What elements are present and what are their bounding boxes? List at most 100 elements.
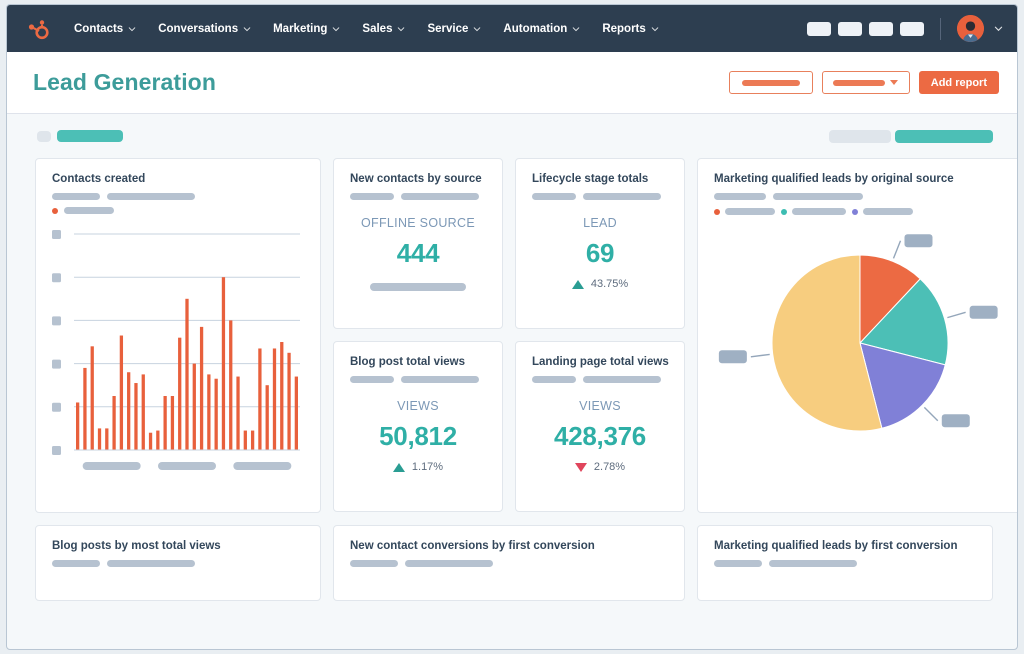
trend-up-icon: [571, 279, 584, 289]
card-subtitle-redacted: [532, 376, 668, 383]
nav-item-sales[interactable]: Sales: [351, 17, 416, 41]
nav-action-icon-2[interactable]: [838, 21, 862, 36]
chevron-down-icon: [474, 26, 481, 31]
nav-item-conversations[interactable]: Conversations: [147, 17, 262, 41]
card-title: Landing page total views: [532, 356, 669, 368]
redacted-bar: [714, 560, 762, 567]
redacted-bar: [107, 560, 195, 567]
chevron-down-icon: [333, 26, 340, 31]
pie-chart-legend: [714, 208, 1014, 215]
nav-item-automation[interactable]: Automation: [492, 17, 591, 41]
bar: [163, 396, 167, 450]
pie-chart[interactable]: [714, 215, 1014, 498]
redacted-bar: [401, 193, 479, 200]
redacted-bar: [769, 560, 857, 567]
nav-item-marketing[interactable]: Marketing: [262, 17, 351, 41]
card-contacts-created[interactable]: Contacts created: [35, 158, 321, 513]
bar: [250, 430, 255, 450]
card-mql-by-first-conversion[interactable]: Marketing qualified leads by first conve…: [697, 525, 993, 601]
card-blog-post-total-views[interactable]: Blog post total views VIEWS 50,812 1.17%: [333, 341, 503, 512]
redacted-filter-chip[interactable]: [37, 130, 51, 142]
kpi-delta: 2.78%: [532, 461, 668, 473]
legend-dot-icon: [852, 208, 858, 215]
y-axis-tick-redacted: [52, 359, 61, 369]
bar: [236, 376, 240, 450]
redacted-bar: [401, 376, 479, 383]
nav-divider: [940, 17, 941, 40]
nav-action-icon-1[interactable]: [807, 21, 831, 36]
redacted-bar: [350, 193, 394, 200]
bar: [141, 374, 145, 450]
card-new-contact-conversions[interactable]: New contact conversions by first convers…: [333, 525, 685, 601]
card-blog-posts-by-most-total-views[interactable]: Blog posts by most total views: [35, 525, 321, 601]
nav-item-label: Automation: [503, 22, 568, 35]
kpi-value: 428,376: [554, 421, 646, 451]
redacted-legend-label: [64, 207, 114, 214]
bar: [112, 396, 116, 450]
chevron-down-icon: [398, 26, 405, 31]
bar: [265, 385, 269, 450]
bar: [76, 402, 80, 450]
nav-item-contacts[interactable]: Contacts: [63, 17, 147, 41]
dashboard-row-2: Blog posts by most total views New conta…: [35, 525, 993, 601]
card-subtitle-redacted: [350, 376, 486, 383]
card-mql-by-original-source[interactable]: Marketing qualified leads by original so…: [697, 158, 1017, 513]
add-report-button[interactable]: Add report: [918, 71, 999, 94]
redacted-kpi-footer: [370, 283, 466, 291]
filter-button[interactable]: [728, 71, 813, 94]
bar: [272, 348, 277, 450]
y-axis-tick-redacted: [52, 402, 61, 412]
trend-down-icon: [574, 462, 587, 472]
nav-action-icon-3[interactable]: [869, 21, 893, 36]
card-new-contacts-by-source[interactable]: New contacts by source OFFLINE SOURCE 44…: [333, 158, 503, 329]
redacted-action-right[interactable]: [895, 129, 993, 143]
user-avatar[interactable]: [957, 15, 984, 42]
x-axis-label-redacted: [233, 462, 292, 470]
redacted-bar: [350, 560, 398, 567]
kpi-row-2: Blog post total views VIEWS 50,812 1.17%: [333, 341, 685, 512]
app-window: Contacts Conversations Marketing Sales S…: [6, 4, 1018, 650]
nav-action-icon-4[interactable]: [900, 21, 924, 36]
kpi-delta-value: 1.17%: [411, 461, 444, 473]
bar: [83, 367, 87, 450]
actions-dropdown-button[interactable]: [821, 71, 910, 94]
kpi-delta: 1.17%: [350, 461, 486, 473]
card-lifecycle-stage-totals[interactable]: Lifecycle stage totals LEAD 69 43.75%: [515, 158, 685, 329]
kpi-metric-label: VIEWS: [579, 399, 621, 413]
kpi-metric-label: LEAD: [583, 216, 617, 230]
add-report-label: Add report: [930, 76, 987, 89]
bar-chart[interactable]: [52, 230, 304, 498]
card-landing-page-total-views[interactable]: Landing page total views VIEWS 428,376 2…: [515, 341, 685, 512]
redacted-legend-label: [792, 208, 846, 215]
redacted-filter-active[interactable]: [57, 130, 123, 142]
nav-item-reports[interactable]: Reports: [591, 17, 669, 41]
pie-slice-label-redacted: [941, 414, 970, 428]
nav-item-label: Reports: [602, 22, 646, 35]
pie-leader-line: [750, 353, 770, 358]
bar: [148, 432, 153, 450]
legend-dot-icon: [714, 208, 720, 215]
bar: [156, 430, 160, 450]
bar: [119, 335, 124, 450]
card-title: New contacts by source: [350, 173, 482, 185]
chevron-down-icon: [890, 80, 899, 85]
pie-slice-label-redacted: [718, 350, 747, 364]
kpi-value: 444: [396, 238, 440, 268]
hubspot-sprocket-logo[interactable]: [25, 16, 51, 42]
nav-item-service[interactable]: Service: [416, 17, 492, 41]
pie-leader-line: [947, 311, 966, 319]
kpi-metric-label: OFFLINE SOURCE: [361, 216, 475, 230]
card-subtitle-redacted: [714, 193, 1014, 200]
redacted-action-left[interactable]: [829, 129, 891, 143]
pie-slice-label-redacted: [969, 305, 998, 319]
dashboard-row-1: Contacts created New contacts by source …: [35, 158, 1017, 513]
bar: [105, 428, 109, 450]
header-actions: Add report: [728, 71, 999, 94]
avatar-chevron-down-icon[interactable]: [994, 24, 1003, 33]
nav-item-label: Conversations: [158, 22, 239, 35]
redacted-label: [741, 79, 800, 86]
redacted-bar: [107, 193, 195, 200]
y-axis-tick-redacted: [52, 230, 61, 239]
pie-chart-canvas: [718, 234, 998, 432]
card-title: Marketing qualified leads by original so…: [714, 173, 954, 185]
